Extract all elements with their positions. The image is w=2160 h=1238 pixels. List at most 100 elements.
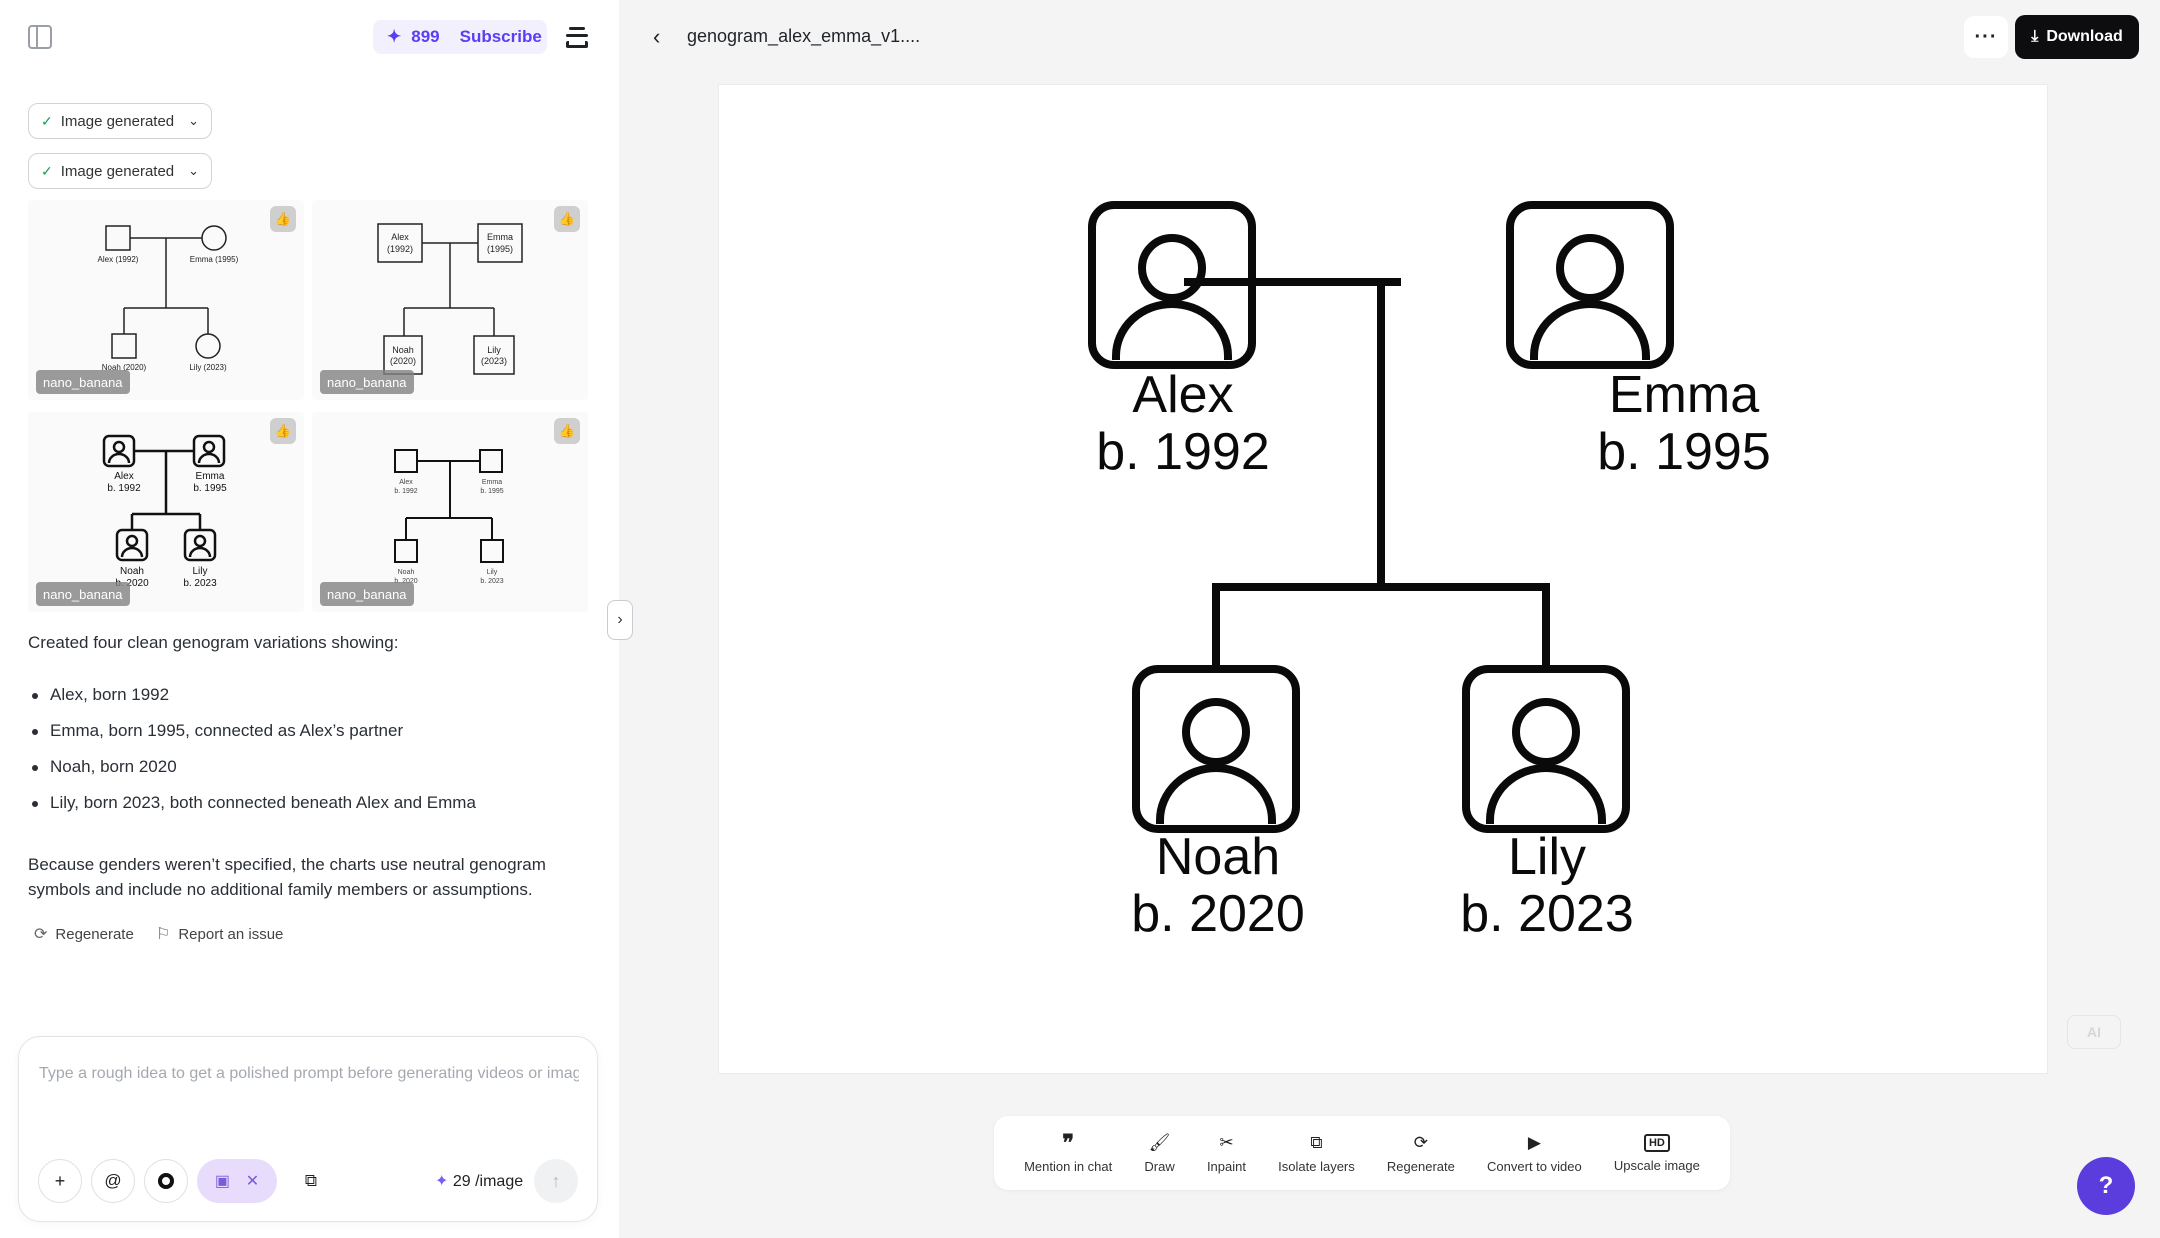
thumb-label: Emma — [482, 479, 502, 486]
report-issue-button[interactable]: ⚐ Report an issue — [156, 924, 283, 944]
report-label: Report an issue — [178, 925, 284, 943]
record-icon[interactable] — [144, 1159, 188, 1203]
regenerate-label: Regenerate — [55, 925, 134, 943]
sparkle-icon: ✦ — [435, 1173, 449, 1190]
inpaint-button[interactable]: ✂ Inpaint — [1207, 1133, 1246, 1174]
history-stack-icon[interactable] — [566, 25, 590, 49]
person-birth-year: b. 2023 — [1460, 885, 1634, 943]
aspect-ratio-icon[interactable]: ⧉ — [289, 1159, 333, 1203]
model-tag: nano_banana — [320, 582, 414, 606]
thumb-label: Lily — [192, 566, 207, 577]
file-name: genogram_alex_emma_v1.... — [687, 26, 921, 46]
chevron-down-icon: ⌄ — [188, 113, 200, 128]
thumb-label: (1992) — [387, 244, 413, 254]
regenerate-image-button[interactable]: ⟳ Regenerate — [1387, 1133, 1455, 1174]
image-actions-toolbar: ❞ Mention in chat 🖌 Draw ✂ Inpaint ⧉ Iso… — [994, 1116, 1730, 1190]
thumb-label: b. 1992 — [394, 488, 417, 495]
model-tag: nano_banana — [320, 370, 414, 394]
prompt-input[interactable]: Type a rough idea to get a polished prom… — [39, 1065, 579, 1083]
play-icon: ▶ — [1527, 1132, 1541, 1152]
image-grid: Alex (1992) Emma (1995) Noah (2020) Lily… — [28, 200, 588, 614]
assistant-bullet-list: Alex, born 1992 Emma, born 1995, connect… — [28, 683, 476, 827]
add-icon[interactable]: + — [38, 1159, 82, 1203]
person-name: Lily — [1508, 828, 1586, 886]
model-tag: nano_banana — [36, 370, 130, 394]
genogram-thumbnail[interactable]: Alex b. 1992 Emma b. 1995 Noah b. 2020 L… — [28, 412, 304, 612]
assistant-outro: Because genders weren’t specified, the c… — [28, 852, 546, 902]
person-icon — [1506, 201, 1674, 369]
toolbar-label: Mention in chat — [1024, 1158, 1113, 1174]
download-button[interactable]: ⤓ Download — [2015, 15, 2139, 59]
list-item: Noah, born 2020 — [28, 755, 476, 791]
thumbs-up-icon[interactable]: 👍 — [270, 418, 296, 444]
download-label: Download — [2046, 28, 2123, 45]
check-icon: ✓ — [41, 162, 53, 179]
person-icon — [1462, 665, 1630, 833]
person-birth-year: b. 2020 — [1131, 885, 1305, 943]
genogram-thumbnail[interactable]: Alex b. 1992 Emma b. 1995 Noah b. 2020 L… — [312, 412, 588, 612]
thumb-label: Alex — [399, 479, 413, 486]
chevron-right-icon[interactable]: › — [607, 600, 633, 640]
refresh-icon: ⟳ — [1413, 1132, 1429, 1152]
thumb-label: Alex — [114, 471, 133, 482]
thumb-label: Emma (1995) — [190, 255, 239, 264]
thumb-label: b. 1995 — [193, 483, 227, 494]
upscale-image-button[interactable]: HD Upscale image — [1614, 1133, 1700, 1173]
genogram-thumbnail[interactable]: Alex (1992) Emma (1995) Noah (2020) Lily… — [28, 200, 304, 400]
assistant-intro: Created four clean genogram variations s… — [28, 633, 399, 652]
image-mode-toggle[interactable]: ▣ ✕ — [197, 1159, 277, 1203]
genogram-thumbnail[interactable]: Alex (1992) Emma (1995) Noah (2020) Lily… — [312, 200, 588, 400]
mention-in-chat-button[interactable]: ❞ Mention in chat — [1024, 1131, 1113, 1174]
download-icon: ⤓ — [2031, 28, 2039, 45]
mention-icon[interactable]: @ — [91, 1159, 135, 1203]
image-generated-chip[interactable]: ✓ Image generated ⌄ — [28, 153, 213, 189]
help-icon[interactable]: ? — [2077, 1157, 2135, 1215]
prompt-composer: Type a rough idea to get a polished prom… — [18, 1036, 598, 1222]
sidebar-toggle-icon[interactable] — [28, 25, 52, 49]
regenerate-button[interactable]: ⟳ Regenerate — [34, 924, 134, 944]
person-name: Alex — [1132, 366, 1233, 424]
check-icon: ✓ — [41, 112, 53, 129]
person-birth-year: b. 1995 — [1597, 423, 1771, 481]
toolbar-label: Isolate layers — [1278, 1158, 1355, 1174]
thumb-label: (2023) — [481, 356, 507, 366]
image-viewer: ‹ genogram_alex_emma_v1.... ··· ⤓ Downlo… — [619, 0, 2160, 1238]
thumb-label: b. 1995 — [480, 488, 503, 495]
close-icon[interactable]: ✕ — [246, 1171, 259, 1191]
ai-watermark: AI — [2067, 1015, 2121, 1049]
send-button[interactable]: ↑ — [534, 1159, 578, 1203]
list-item: Alex, born 1992 — [28, 683, 476, 719]
image-generated-chip[interactable]: ✓ Image generated ⌄ — [28, 103, 213, 139]
person-birth-year: b. 1992 — [1096, 423, 1270, 481]
credits-subscribe-pill[interactable]: ✦ 899 Subscribe — [373, 20, 547, 54]
subscribe-button[interactable]: Subscribe — [460, 27, 542, 47]
genogram-diagram: Alex b. 1992 Emma b. 1995 Noah b. 2020 L… — [1088, 201, 1771, 943]
thumbs-up-icon[interactable]: 👍 — [554, 418, 580, 444]
thumb-label: b. 2023 — [183, 578, 217, 589]
chip-label: Image generated — [60, 162, 175, 180]
thumb-label: Noah — [392, 345, 414, 355]
more-options-icon[interactable]: ··· — [1964, 16, 2008, 58]
chevron-down-icon: ⌄ — [188, 163, 200, 178]
brush-icon: 🖌 — [1148, 1132, 1171, 1152]
scissors-icon: ✂ — [1219, 1132, 1234, 1152]
thumb-label: Emma — [196, 471, 225, 482]
thumb-label: Lily — [487, 345, 501, 355]
thumbs-up-icon[interactable]: 👍 — [270, 206, 296, 232]
genogram-image: Alex b. 1992 Emma b. 1995 Noah b. 2020 L… — [718, 84, 2121, 1074]
thumb-label: Lily (2023) — [189, 363, 227, 372]
convert-to-video-button[interactable]: ▶ Convert to video — [1487, 1133, 1582, 1174]
person-name: Noah — [1156, 828, 1280, 886]
outro-line: symbols and include no additional family… — [28, 880, 533, 899]
thumb-label: Emma — [487, 232, 513, 242]
isolate-layers-button[interactable]: ⧉ Isolate layers — [1278, 1133, 1355, 1174]
back-chevron-icon[interactable]: ‹ — [653, 24, 660, 50]
thumbs-up-icon[interactable]: 👍 — [554, 206, 580, 232]
chat-panel: ✦ 899 Subscribe ✓ Image generated ⌄ ✓ Im… — [0, 0, 633, 1238]
report-flag-icon: ⚐ — [156, 926, 171, 943]
draw-button[interactable]: 🖌 Draw — [1144, 1133, 1174, 1174]
chip-label: Image generated — [60, 112, 175, 130]
cost-per-image: ✦ 29 /image — [435, 1171, 523, 1191]
toolbar-label: Inpaint — [1206, 1158, 1246, 1174]
toolbar-label: Convert to video — [1487, 1158, 1582, 1174]
